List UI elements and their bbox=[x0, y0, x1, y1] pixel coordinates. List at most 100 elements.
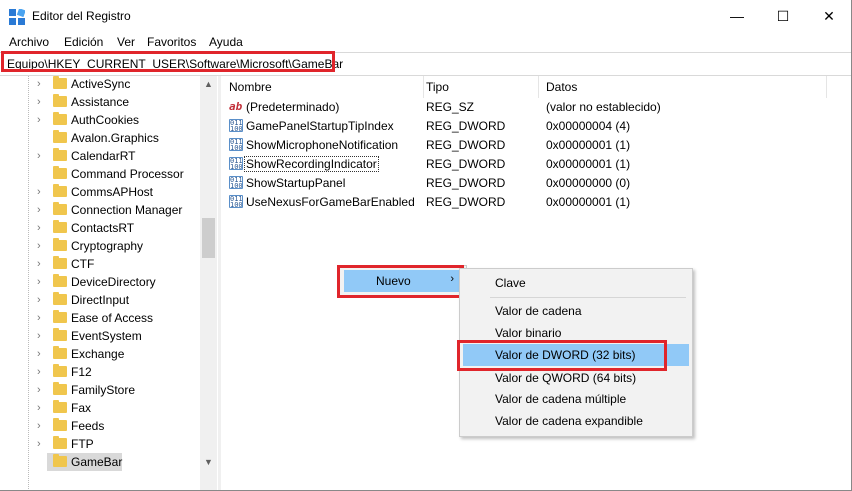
tree-item-label: CommsAPHost bbox=[71, 185, 154, 199]
qword-label: Valor de QWORD (64 bits) bbox=[495, 371, 637, 385]
chevron-right-icon[interactable]: › bbox=[37, 204, 41, 216]
tree-item[interactable]: › Fax bbox=[0, 399, 200, 417]
tree-item[interactable]: Command Processor bbox=[0, 165, 200, 183]
submenu-item-clave[interactable]: Clave bbox=[463, 272, 689, 294]
table-row[interactable]: ab (Predeterminado) REG_SZ (valor no establ… bbox=[221, 98, 841, 117]
table-row[interactable]: 0110 1001ShowRecordingIndicator REG_DWORD… bbox=[221, 155, 841, 174]
tree-scrollbar[interactable]: ▲ ▼ bbox=[200, 76, 217, 491]
table-row[interactable]: 0110 1001UseNexusForGameBarEnabled REG_DW… bbox=[221, 193, 841, 212]
folder-icon bbox=[53, 400, 67, 413]
submenu-item-valor-cadena[interactable]: Valor de cadena bbox=[463, 300, 689, 322]
tree-item[interactable]: › CalendarRT bbox=[0, 147, 200, 165]
scroll-down-icon[interactable]: ▼ bbox=[200, 454, 217, 471]
multi-label: Valor de cadena múltiple bbox=[495, 392, 627, 406]
submenu-item-valor-cadena-multiple[interactable]: Valor de cadena múltiple bbox=[463, 388, 689, 410]
tree-item-label: FTP bbox=[71, 437, 94, 451]
chevron-right-icon[interactable]: › bbox=[37, 240, 41, 252]
minimize-button[interactable]: — bbox=[714, 0, 760, 32]
tree-item-label: Feeds bbox=[71, 419, 105, 433]
value-data: 0x00000001 (1) bbox=[546, 195, 631, 209]
scroll-up-icon[interactable]: ▲ bbox=[200, 76, 217, 93]
scroll-thumb[interactable] bbox=[202, 218, 215, 258]
submenu-item-valor-cadena-expandible[interactable]: Valor de cadena expandible bbox=[463, 410, 689, 432]
tree-item[interactable]: › FamilyStore bbox=[0, 381, 200, 399]
tree-item-label: ActiveSync bbox=[71, 77, 131, 91]
tree-item[interactable]: › Cryptography bbox=[0, 237, 200, 255]
minimize-icon: — bbox=[730, 8, 744, 24]
tree-item[interactable]: › Ease of Access bbox=[0, 309, 200, 327]
binary-value-icon: 0110 1001 bbox=[229, 176, 243, 189]
tree-item[interactable]: › Connection Manager bbox=[0, 201, 200, 219]
chevron-right-icon[interactable]: › bbox=[37, 96, 41, 108]
maximize-icon: ☐ bbox=[776, 7, 790, 24]
chevron-right-icon[interactable]: › bbox=[37, 312, 41, 324]
chevron-right-icon[interactable]: › bbox=[37, 402, 41, 414]
chevron-right-icon[interactable]: › bbox=[37, 420, 41, 432]
menu-ayuda[interactable]: Ayuda bbox=[209, 35, 243, 49]
menu-edicion[interactable]: Edición bbox=[64, 35, 103, 49]
chevron-right-icon[interactable]: › bbox=[37, 114, 41, 126]
column-type-label: Tipo bbox=[426, 80, 449, 94]
tree-item-label: AuthCookies bbox=[71, 113, 140, 127]
chevron-right-icon[interactable]: › bbox=[37, 294, 41, 306]
tree-item[interactable]: › ActiveSync bbox=[0, 76, 200, 93]
folder-icon bbox=[53, 328, 67, 341]
tree-item[interactable]: › Assistance bbox=[0, 93, 200, 111]
chevron-right-icon[interactable]: › bbox=[37, 150, 41, 162]
chevron-right-icon[interactable]: › bbox=[37, 438, 41, 450]
chevron-right-icon[interactable]: › bbox=[37, 276, 41, 288]
table-row[interactable]: 0110 1001ShowStartupPanel REG_DWORD 0x0000… bbox=[221, 174, 841, 193]
value-name: ShowMicrophoneNotification bbox=[246, 138, 399, 152]
clave-label: Clave bbox=[495, 276, 526, 290]
folder-icon bbox=[53, 364, 67, 377]
tree-item[interactable]: › CommsAPHost bbox=[0, 183, 200, 201]
chevron-right-icon[interactable]: › bbox=[37, 222, 41, 234]
menu-bar: Archivo Edición Ver Favoritos Ayuda bbox=[0, 32, 852, 52]
tree-item-label: Assistance bbox=[71, 95, 130, 109]
tree-item-label: GameBar bbox=[71, 455, 123, 469]
binary-value-icon: 0110 1001 bbox=[229, 119, 243, 132]
chevron-right-icon[interactable]: › bbox=[37, 186, 41, 198]
tree-item[interactable]: › Feeds bbox=[0, 417, 200, 435]
chevron-right-icon[interactable]: › bbox=[37, 384, 41, 396]
value-type: REG_DWORD bbox=[426, 138, 506, 152]
menu-favoritos[interactable]: Favoritos bbox=[147, 35, 196, 49]
binary-value-icon: 0110 1001 bbox=[229, 195, 243, 208]
folder-icon bbox=[53, 436, 67, 449]
tree-item[interactable]: › ContactsRT bbox=[0, 219, 200, 237]
string-value-icon: ab bbox=[229, 100, 243, 113]
value-type: REG_DWORD bbox=[426, 119, 506, 133]
tree-item[interactable]: › DeviceDirectory bbox=[0, 273, 200, 291]
column-header-data[interactable]: Datos bbox=[546, 76, 827, 98]
close-button[interactable]: ✕ bbox=[806, 0, 852, 32]
title-bar: Editor del Registro — ☐ ✕ bbox=[0, 0, 852, 32]
folder-icon bbox=[53, 220, 67, 233]
tree-item[interactable]: › DirectInput bbox=[0, 291, 200, 309]
table-row[interactable]: 0110 1001GamePanelStartupTipIndex REG_DWO… bbox=[221, 117, 841, 136]
chevron-right-icon[interactable]: › bbox=[37, 366, 41, 378]
tree-item[interactable]: › EventSystem bbox=[0, 327, 200, 345]
tree-item[interactable]: › FTP bbox=[0, 435, 200, 453]
chevron-right-icon[interactable]: › bbox=[37, 258, 41, 270]
folder-icon bbox=[53, 256, 67, 269]
tree-item-label: DirectInput bbox=[71, 293, 130, 307]
menu-archivo[interactable]: Archivo bbox=[9, 35, 49, 49]
maximize-button[interactable]: ☐ bbox=[760, 0, 806, 32]
chevron-right-icon[interactable]: › bbox=[37, 78, 41, 90]
tree-item[interactable]: Avalon.Graphics bbox=[0, 129, 200, 147]
menu-ver[interactable]: Ver bbox=[117, 35, 135, 49]
tree-item[interactable]: › AuthCookies bbox=[0, 111, 200, 129]
tree-item[interactable]: GameBar bbox=[47, 453, 122, 471]
folder-icon bbox=[53, 184, 67, 197]
value-name: UseNexusForGameBarEnabled bbox=[246, 195, 415, 209]
column-header-name[interactable]: Nombre bbox=[229, 76, 424, 98]
chevron-right-icon[interactable]: › bbox=[37, 348, 41, 360]
folder-icon bbox=[53, 130, 67, 143]
table-row[interactable]: 0110 1001ShowMicrophoneNotification REG_D… bbox=[221, 136, 841, 155]
tree-item[interactable]: › Exchange bbox=[0, 345, 200, 363]
tree-item[interactable]: › F12 bbox=[0, 363, 200, 381]
column-header-type[interactable]: Tipo bbox=[426, 76, 539, 98]
tree-item[interactable]: › CTF bbox=[0, 255, 200, 273]
chevron-right-icon[interactable]: › bbox=[37, 330, 41, 342]
folder-icon bbox=[53, 94, 67, 107]
